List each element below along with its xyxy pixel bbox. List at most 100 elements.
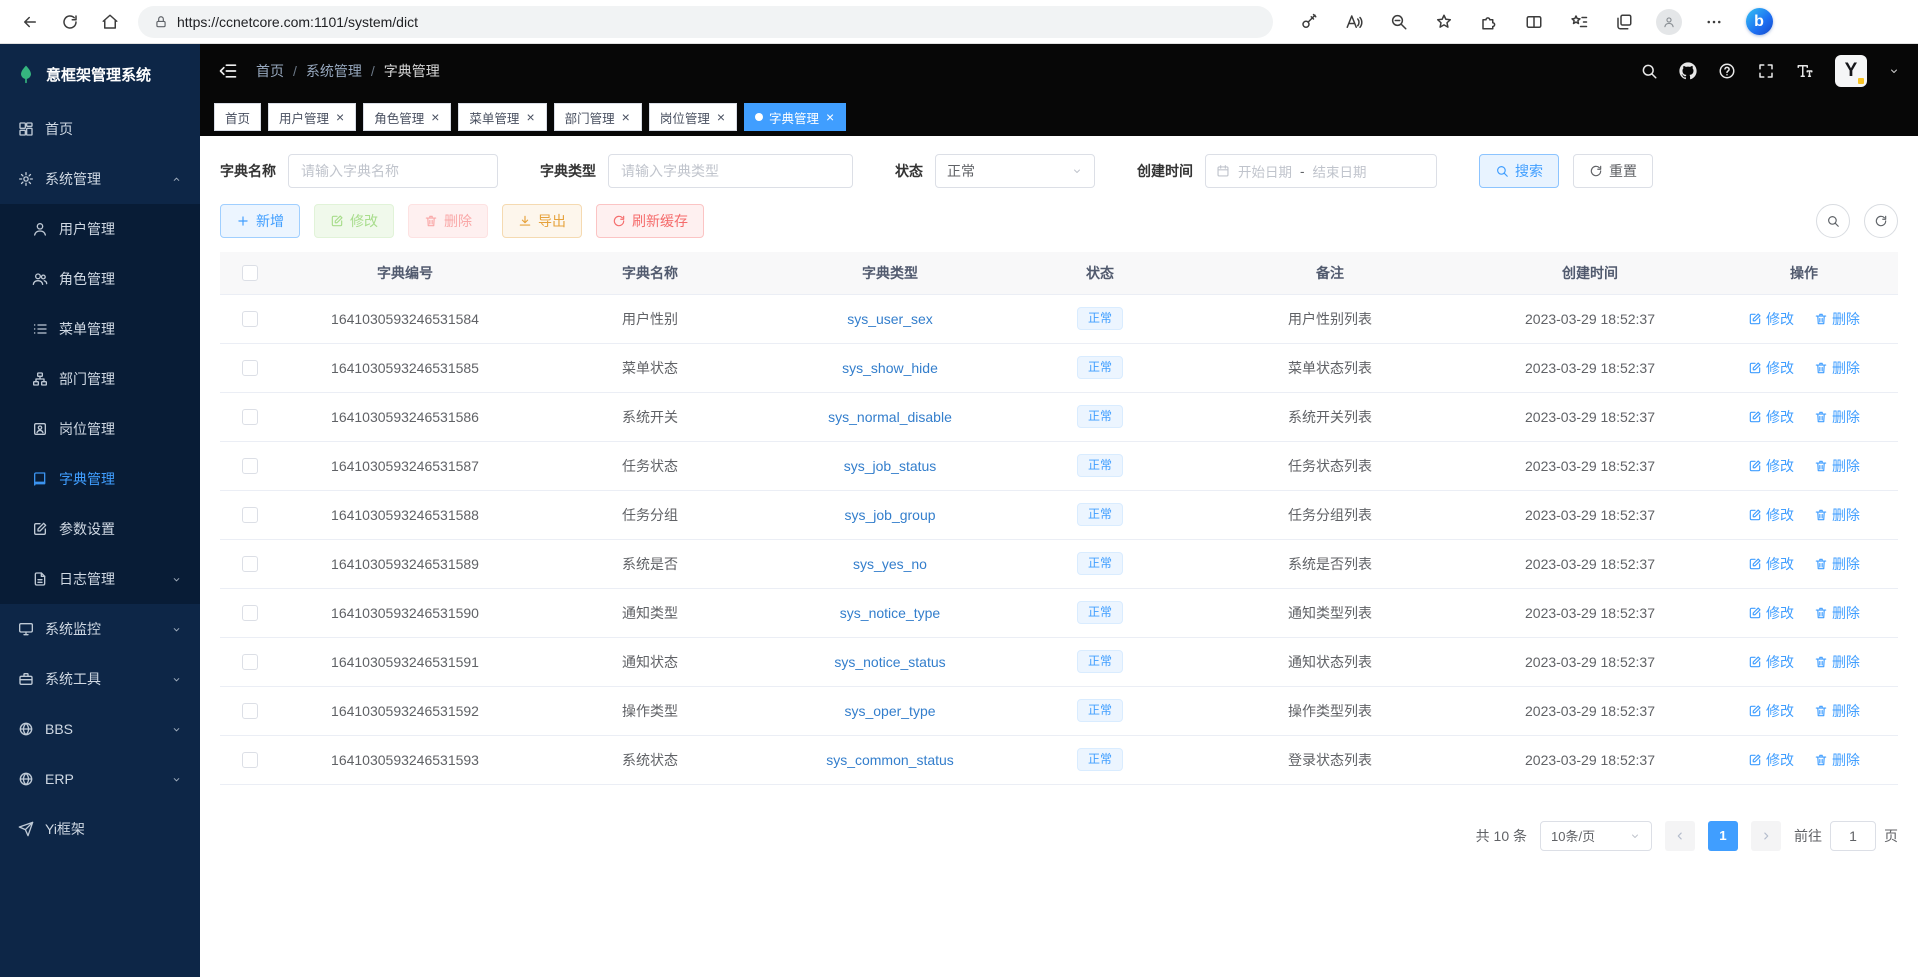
sidebar-item-system[interactable]: 系统管理 [0, 154, 200, 204]
tab-menu[interactable]: 菜单管理 × [458, 103, 546, 131]
split-screen-button[interactable] [1516, 5, 1552, 39]
sidebar-item-role[interactable]: 角色管理 [0, 254, 200, 304]
sidebar-item-log[interactable]: 日志管理 [0, 554, 200, 604]
sidebar-item-config[interactable]: 参数设置 [0, 504, 200, 554]
row-checkbox[interactable] [242, 752, 258, 768]
browser-back-button[interactable] [12, 5, 48, 39]
tab-close-icon[interactable]: × [430, 110, 440, 124]
tab-post[interactable]: 岗位管理 × [649, 103, 737, 131]
add-button[interactable]: 新增 [220, 204, 300, 238]
refresh-cache-button[interactable]: 刷新缓存 [596, 204, 704, 238]
row-delete-button[interactable]: 删除 [1814, 407, 1860, 427]
toggle-search-button[interactable] [1816, 204, 1850, 238]
tab-close-icon[interactable]: × [335, 110, 345, 124]
select-all-checkbox[interactable] [242, 265, 258, 281]
sidebar-item-tools[interactable]: 系统工具 [0, 654, 200, 704]
row-checkbox[interactable] [242, 409, 258, 425]
dict-type-link[interactable]: sys_notice_status [834, 654, 945, 670]
row-delete-button[interactable]: 删除 [1814, 554, 1860, 574]
row-checkbox[interactable] [242, 458, 258, 474]
delete-button[interactable]: 删除 [408, 204, 488, 238]
dict-type-link[interactable]: sys_notice_type [840, 605, 940, 621]
header-search-button[interactable] [1640, 62, 1658, 80]
page-size-select[interactable]: 10条/页 [1540, 821, 1652, 851]
tab-close-icon[interactable]: × [525, 110, 535, 124]
browser-address-bar[interactable]: https://ccnetcore.com:1101/system/dict [138, 6, 1273, 38]
row-delete-button[interactable]: 删除 [1814, 456, 1860, 476]
sidebar-item-bbs[interactable]: BBS [0, 704, 200, 754]
row-delete-button[interactable]: 删除 [1814, 603, 1860, 623]
user-avatar-yi-logo[interactable]: Y [1835, 55, 1867, 87]
row-checkbox[interactable] [242, 507, 258, 523]
fullscreen-button[interactable] [1757, 62, 1775, 80]
row-delete-button[interactable]: 删除 [1814, 358, 1860, 378]
add-favorite-button[interactable] [1426, 5, 1462, 39]
row-delete-button[interactable]: 删除 [1814, 309, 1860, 329]
row-checkbox[interactable] [242, 311, 258, 327]
dict-type-link[interactable]: sys_normal_disable [828, 409, 952, 425]
edit-button[interactable]: 修改 [314, 204, 394, 238]
tab-home[interactable]: 首页 [214, 103, 261, 131]
dict-type-link[interactable]: sys_oper_type [844, 703, 935, 719]
row-edit-button[interactable]: 修改 [1748, 701, 1794, 721]
help-button[interactable] [1718, 62, 1736, 80]
bing-discover-button[interactable]: b [1741, 5, 1777, 39]
dict-type-link[interactable]: sys_job_group [844, 507, 935, 523]
read-aloud-button[interactable] [1336, 5, 1372, 39]
breadcrumb-home[interactable]: 首页 [256, 61, 284, 81]
row-delete-button[interactable]: 删除 [1814, 505, 1860, 525]
sidebar-item-monitor[interactable]: 系统监控 [0, 604, 200, 654]
row-edit-button[interactable]: 修改 [1748, 407, 1794, 427]
tab-user[interactable]: 用户管理 × [268, 103, 356, 131]
dict-type-link[interactable]: sys_user_sex [847, 311, 933, 327]
row-delete-button[interactable]: 删除 [1814, 701, 1860, 721]
dict-type-link[interactable]: sys_yes_no [853, 556, 927, 572]
browser-profile-button[interactable] [1651, 5, 1687, 39]
goto-page-input[interactable] [1830, 821, 1876, 851]
browser-settings-menu-button[interactable] [1696, 5, 1732, 39]
sidebar-item-home[interactable]: 首页 [0, 104, 200, 154]
status-select[interactable]: 正常 [935, 154, 1095, 188]
sidebar-item-menu[interactable]: 菜单管理 [0, 304, 200, 354]
export-button[interactable]: 导出 [502, 204, 582, 238]
tab-close-icon[interactable]: × [825, 110, 835, 124]
sidebar-item-yiframe[interactable]: Yi框架 [0, 804, 200, 854]
app-logo[interactable]: 意框架管理系统 [0, 44, 200, 104]
sidebar-item-post[interactable]: 岗位管理 [0, 404, 200, 454]
row-checkbox[interactable] [242, 556, 258, 572]
row-checkbox[interactable] [242, 360, 258, 376]
sidebar-item-erp[interactable]: ERP [0, 754, 200, 804]
dict-type-link[interactable]: sys_common_status [826, 752, 954, 768]
tab-dict[interactable]: 字典管理 × [744, 103, 846, 131]
prev-page-button[interactable] [1665, 821, 1695, 851]
tab-close-icon[interactable]: × [716, 110, 726, 124]
search-button[interactable]: 搜索 [1479, 154, 1559, 188]
row-edit-button[interactable]: 修改 [1748, 554, 1794, 574]
next-page-button[interactable] [1751, 821, 1781, 851]
row-delete-button[interactable]: 删除 [1814, 652, 1860, 672]
sidebar-item-user[interactable]: 用户管理 [0, 204, 200, 254]
sidebar-collapse-button[interactable] [218, 61, 238, 81]
row-edit-button[interactable]: 修改 [1748, 505, 1794, 525]
github-link-button[interactable] [1679, 62, 1697, 80]
row-checkbox[interactable] [242, 703, 258, 719]
row-edit-button[interactable]: 修改 [1748, 750, 1794, 770]
row-edit-button[interactable]: 修改 [1748, 456, 1794, 476]
row-edit-button[interactable]: 修改 [1748, 358, 1794, 378]
row-delete-button[interactable]: 删除 [1814, 750, 1860, 770]
browser-refresh-button[interactable] [52, 5, 88, 39]
favorites-button[interactable] [1561, 5, 1597, 39]
dict-name-input[interactable] [288, 154, 498, 188]
row-edit-button[interactable]: 修改 [1748, 652, 1794, 672]
row-checkbox[interactable] [242, 654, 258, 670]
collections-button[interactable] [1606, 5, 1642, 39]
dict-type-input[interactable] [608, 154, 853, 188]
sidebar-item-dept[interactable]: 部门管理 [0, 354, 200, 404]
tab-close-icon[interactable]: × [621, 110, 631, 124]
password-key-button[interactable] [1291, 5, 1327, 39]
row-checkbox[interactable] [242, 605, 258, 621]
row-edit-button[interactable]: 修改 [1748, 603, 1794, 623]
tab-dept[interactable]: 部门管理 × [554, 103, 642, 131]
reset-button[interactable]: 重置 [1573, 154, 1653, 188]
dict-type-link[interactable]: sys_show_hide [842, 360, 938, 376]
